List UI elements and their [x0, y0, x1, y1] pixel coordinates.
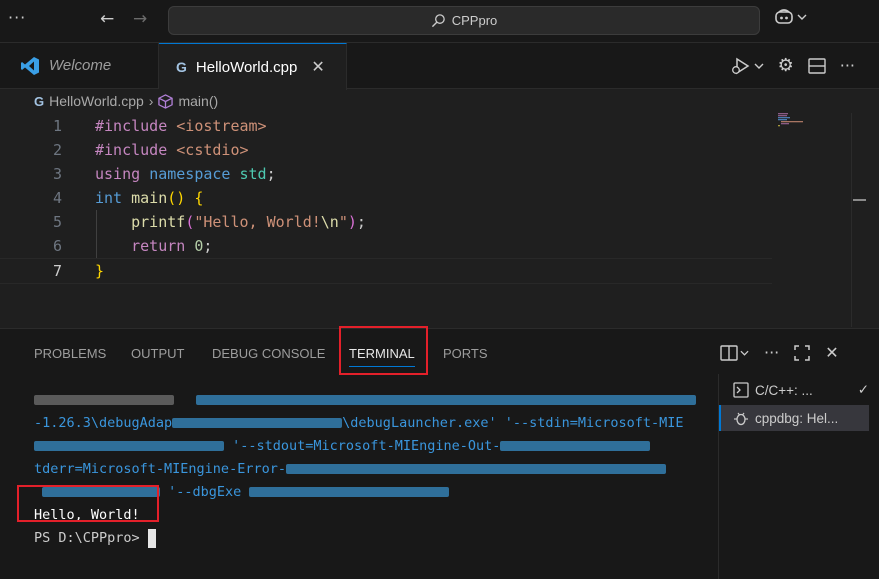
- code-line: 1 #include <iostream>: [0, 114, 772, 138]
- chevron-down-icon: [754, 63, 764, 69]
- terminal-instance-active[interactable]: cppdbg: Hel...: [719, 405, 869, 431]
- redacted-text: [34, 395, 174, 405]
- close-icon[interactable]: ✕: [311, 57, 324, 77]
- cube-icon: [158, 93, 174, 109]
- tab-helloworld-cpp[interactable]: G HelloWorld.cpp ✕: [159, 43, 347, 90]
- bottom-panel: PROBLEMS OUTPUT DEBUG CONSOLE TERMINAL P…: [0, 326, 879, 579]
- more-actions-icon[interactable]: ···: [764, 343, 779, 362]
- maximize-panel-icon[interactable]: [794, 344, 811, 361]
- code-line: 3 using namespace std;: [0, 162, 772, 186]
- tab-debug-console[interactable]: DEBUG CONSOLE: [212, 346, 325, 361]
- line-number: 5: [52, 213, 62, 231]
- gear-icon[interactable]: ⚙: [778, 55, 794, 76]
- highlight-box-output: [17, 485, 159, 522]
- code-line: 5 printf("Hello, World!\n");: [0, 210, 772, 234]
- cursor: [147, 528, 156, 548]
- split-terminal-button[interactable]: [720, 344, 749, 361]
- tab-welcome[interactable]: Welcome: [0, 43, 159, 88]
- indent-guide: [96, 210, 97, 258]
- line-number: 4: [52, 189, 62, 207]
- more-actions-icon[interactable]: ···: [840, 56, 855, 75]
- back-arrow-icon[interactable]: ←: [100, 9, 114, 29]
- active-indicator: [719, 405, 721, 431]
- title-bar: ··· ← → CPPpro: [0, 0, 879, 43]
- line-number: 1: [52, 117, 62, 135]
- terminal-icon: [733, 382, 749, 398]
- code-line-current: 7}: [0, 258, 772, 284]
- search-icon: [431, 14, 445, 28]
- menu-icon[interactable]: ···: [8, 8, 26, 27]
- redacted-text: [196, 395, 697, 405]
- terminal-line: '--stdout=Microsoft-MIEngine-Out-: [34, 435, 702, 458]
- chevron-right-icon: ›: [148, 93, 154, 109]
- tab-label: HelloWorld.cpp: [195, 58, 298, 76]
- breadcrumb-symbol[interactable]: main(): [178, 93, 218, 109]
- copilot-button[interactable]: [774, 8, 807, 26]
- close-panel-icon[interactable]: ✕: [825, 343, 838, 362]
- terminal-line: -1.26.3\debugAdap \debugLauncher.exe' '--…: [34, 415, 684, 431]
- terminal-instance[interactable]: C/C++: ... ✓: [719, 377, 869, 403]
- tab-problems[interactable]: PROBLEMS: [34, 346, 106, 361]
- terminal-line: tderr=Microsoft-MIEngine-Error-: [34, 458, 702, 481]
- minimap[interactable]: [778, 113, 818, 127]
- highlight-box-terminal-tab: [339, 326, 428, 375]
- redacted-text: [172, 418, 343, 428]
- redacted-text: [34, 441, 224, 451]
- panel-actions: ··· ✕: [720, 343, 839, 362]
- chevron-down-icon: [740, 350, 749, 356]
- debug-icon: [734, 412, 748, 426]
- terminal-line-obscured: [34, 389, 702, 412]
- cpp-file-icon: G: [176, 59, 187, 75]
- line-number: 3: [52, 165, 62, 183]
- editor-actions: ⚙ ···: [731, 55, 855, 76]
- tab-output[interactable]: OUTPUT: [131, 346, 184, 361]
- line-number: 2: [52, 141, 62, 159]
- vscode-icon: [21, 56, 39, 75]
- copilot-icon: [775, 9, 793, 24]
- code-line: 4 int main() {: [0, 186, 772, 210]
- redacted-text: [285, 464, 666, 474]
- split-terminal-icon: [720, 344, 738, 361]
- search-text: CPPpro: [451, 13, 498, 28]
- terminal-instance-list: C/C++: ... ✓ cppdbg: Hel...: [718, 374, 879, 579]
- forward-arrow-icon[interactable]: →: [133, 9, 147, 29]
- line-number: 6: [52, 237, 62, 255]
- command-center-search[interactable]: CPPpro: [168, 6, 760, 35]
- line-number: 7: [52, 262, 62, 280]
- editor-tab-bar: Welcome G HelloWorld.cpp ✕ ⚙ ···: [0, 43, 879, 90]
- breadcrumb-file[interactable]: HelloWorld.cpp: [49, 93, 144, 109]
- scrollbar-marker: [853, 199, 866, 201]
- code-editor[interactable]: 1 #include <iostream> 2 #include <cstdio> …: [0, 112, 850, 326]
- split-editor-icon[interactable]: [808, 57, 826, 74]
- terminal[interactable]: -1.26.3\debugAdap \debugLauncher.exe' '--…: [34, 389, 702, 550]
- redacted-text: [249, 487, 450, 497]
- terminal-prompt: PS D:\CPPpro>: [34, 527, 702, 550]
- redacted-text: [500, 441, 651, 451]
- run-debug-icon: [731, 57, 749, 74]
- code-line: 6 return 0;: [0, 234, 772, 258]
- tab-label: Welcome: [49, 57, 112, 74]
- code-line: 2 #include <cstdio>: [0, 138, 772, 162]
- run-debug-button[interactable]: [731, 57, 764, 75]
- tab-ports[interactable]: PORTS: [443, 346, 488, 361]
- chevron-down-icon: [797, 14, 807, 20]
- check-icon: ✓: [857, 382, 869, 397]
- breadcrumb: G HelloWorld.cpp › main(): [34, 91, 218, 111]
- editor-scrollbar[interactable]: [851, 113, 866, 327]
- cpp-file-icon: G: [34, 93, 45, 109]
